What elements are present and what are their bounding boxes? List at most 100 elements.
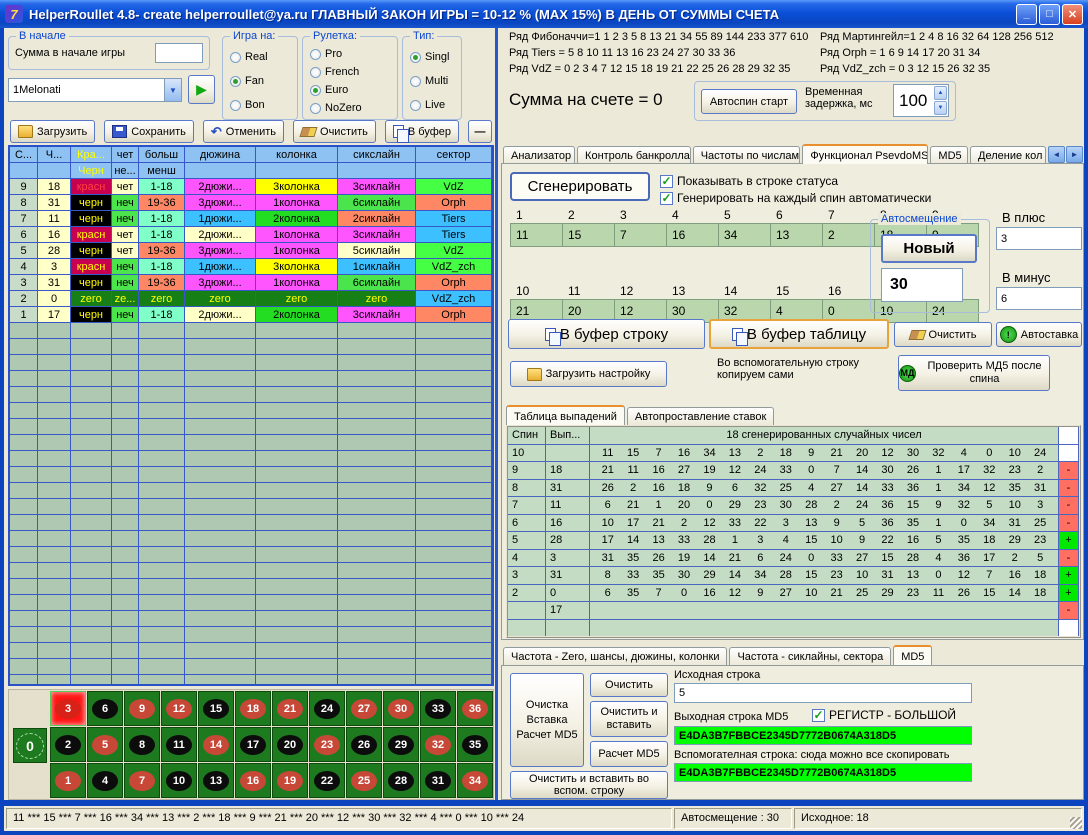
history-empty-cell[interactable] [10, 323, 38, 339]
random-numbers-row[interactable] [590, 620, 1059, 638]
spin-tab[interactable]: Автопроставление ставок [627, 407, 774, 425]
dropped-number[interactable] [546, 445, 590, 463]
spin-tab[interactable]: Таблица выпадений [506, 405, 625, 425]
history-empty-cell[interactable] [139, 531, 185, 547]
history-cell[interactable]: zero [256, 291, 338, 307]
history-empty-cell[interactable] [71, 499, 112, 515]
history-cell[interactable]: 17 [38, 307, 71, 323]
history-empty-cell[interactable] [185, 563, 256, 579]
spin-number[interactable]: 6 [508, 515, 546, 533]
history-empty-cell[interactable] [185, 483, 256, 499]
spin-number[interactable] [508, 602, 546, 620]
history-empty-cell[interactable] [185, 547, 256, 563]
history-empty-cell[interactable] [71, 643, 112, 659]
history-empty-cell[interactable] [416, 483, 492, 499]
roulette-number-7[interactable]: 7 [124, 763, 160, 798]
history-empty-cell[interactable] [112, 355, 139, 371]
history-empty-cell[interactable] [112, 483, 139, 499]
history-cell[interactable]: 6сиклайн [338, 195, 416, 211]
history-empty-cell[interactable] [10, 579, 38, 595]
history-empty-cell[interactable] [338, 451, 416, 467]
history-empty-cell[interactable] [71, 627, 112, 643]
history-cell[interactable]: красн [71, 259, 112, 275]
generated-number-cell[interactable]: 15 [562, 223, 615, 247]
history-empty-cell[interactable] [71, 323, 112, 339]
history-cell[interactable]: 3дюжи... [185, 275, 256, 291]
history-empty-cell[interactable] [338, 323, 416, 339]
history-empty-cell[interactable] [256, 563, 338, 579]
history-empty-cell[interactable] [338, 531, 416, 547]
spin-number[interactable]: 8 [508, 480, 546, 498]
history-cell[interactable]: 19-36 [139, 275, 185, 291]
history-cell[interactable]: неч [112, 195, 139, 211]
history-empty-cell[interactable] [139, 355, 185, 371]
dropped-number[interactable]: 31 [546, 480, 590, 498]
history-empty-cell[interactable] [71, 403, 112, 419]
history-empty-cell[interactable] [416, 547, 492, 563]
history-cell[interactable]: 1колонка [256, 275, 338, 291]
history-empty-cell[interactable] [10, 419, 38, 435]
history-cell[interactable]: 2дюжи... [185, 179, 256, 195]
history-empty-cell[interactable] [71, 451, 112, 467]
history-empty-cell[interactable] [256, 611, 338, 627]
clear-button[interactable]: Очистить [293, 120, 376, 143]
chevron-down-icon[interactable]: ▼ [164, 79, 181, 101]
history-empty-cell[interactable] [139, 371, 185, 387]
history-empty-cell[interactable] [416, 611, 492, 627]
spin-number[interactable]: 3 [508, 567, 546, 585]
history-empty-cell[interactable] [338, 595, 416, 611]
result-sign[interactable]: - [1059, 515, 1079, 533]
result-sign[interactable]: - [1059, 602, 1079, 620]
history-empty-cell[interactable] [256, 499, 338, 515]
history-empty-cell[interactable] [112, 563, 139, 579]
bottom-tab[interactable]: MD5 [893, 645, 932, 665]
history-empty-cell[interactable] [71, 387, 112, 403]
history-cell[interactable]: 3дюжи... [185, 195, 256, 211]
roulette-number-19[interactable]: 19 [272, 763, 308, 798]
main-tab[interactable]: Деление кол [970, 146, 1046, 164]
history-empty-cell[interactable] [38, 675, 71, 686]
history-empty-cell[interactable] [185, 643, 256, 659]
history-empty-cell[interactable] [10, 595, 38, 611]
history-empty-cell[interactable] [71, 339, 112, 355]
history-empty-cell[interactable] [38, 419, 71, 435]
history-empty-cell[interactable] [256, 483, 338, 499]
spin-number[interactable]: 2 [508, 585, 546, 603]
roulette-number-33[interactable]: 33 [420, 691, 456, 726]
history-empty-cell[interactable] [38, 595, 71, 611]
generated-number-cell[interactable]: 16 [666, 223, 719, 247]
history-empty-cell[interactable] [38, 579, 71, 595]
history-empty-cell[interactable] [38, 355, 71, 371]
roulette-number-16[interactable]: 16 [235, 763, 271, 798]
random-numbers-row[interactable]: 1115716341321892120123032401024 [590, 445, 1059, 463]
history-empty-cell[interactable] [338, 339, 416, 355]
random-numbers-row[interactable]: 21111627191224330714302611732232 [590, 462, 1059, 480]
buffer-row-button[interactable]: В буфер строку [508, 319, 705, 349]
history-empty-cell[interactable] [112, 547, 139, 563]
history-empty-cell[interactable] [256, 515, 338, 531]
history-empty-cell[interactable] [71, 355, 112, 371]
history-empty-cell[interactable] [112, 451, 139, 467]
roulette-number-9[interactable]: 9 [124, 691, 160, 726]
history-empty-cell[interactable] [416, 595, 492, 611]
history-empty-cell[interactable] [112, 323, 139, 339]
roulette-number-27[interactable]: 27 [346, 691, 382, 726]
history-cell[interactable]: 3сиклайн [338, 227, 416, 243]
history-cell[interactable]: zero [338, 291, 416, 307]
history-empty-cell[interactable] [112, 579, 139, 595]
history-empty-cell[interactable] [10, 371, 38, 387]
history-empty-cell[interactable] [71, 579, 112, 595]
history-empty-cell[interactable] [38, 643, 71, 659]
history-cell[interactable]: 16 [38, 227, 71, 243]
generated-number-cell[interactable]: 2 [822, 223, 875, 247]
history-empty-cell[interactable] [112, 643, 139, 659]
history-empty-cell[interactable] [38, 499, 71, 515]
history-cell[interactable]: 6 [10, 227, 38, 243]
buffer-table-button[interactable]: В буфер таблицу [709, 319, 889, 349]
history-cell[interactable]: zero [185, 291, 256, 307]
history-empty-cell[interactable] [416, 659, 492, 675]
radio-option-nozero[interactable]: NoZero [310, 100, 395, 116]
history-empty-cell[interactable] [10, 435, 38, 451]
history-cell[interactable]: 1дюжи... [185, 211, 256, 227]
history-cell[interactable]: VdZ [416, 179, 492, 195]
